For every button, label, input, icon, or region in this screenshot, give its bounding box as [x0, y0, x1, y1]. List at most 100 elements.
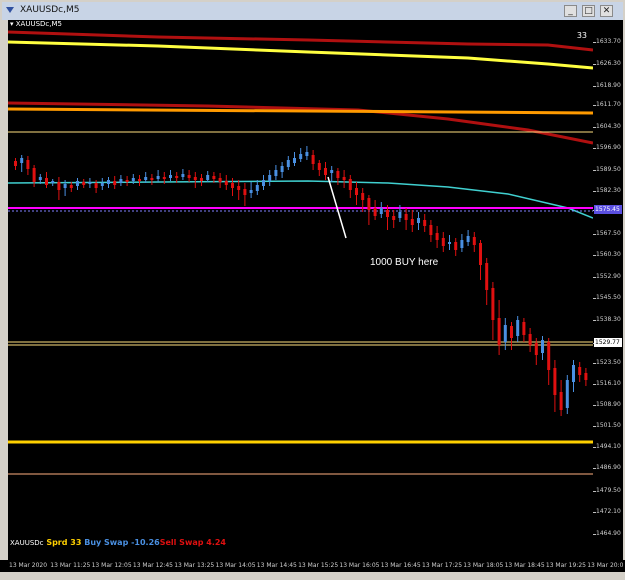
candle-bear	[386, 210, 389, 217]
candle-bear	[82, 182, 86, 185]
candle-bear	[367, 198, 371, 210]
candle-bear	[373, 208, 377, 216]
price-label: 1626.30	[596, 60, 621, 67]
candle-bear	[454, 242, 458, 250]
candle-bull	[274, 170, 278, 176]
candle-bull	[448, 242, 451, 244]
buy-swap-label: Buy Swap	[84, 538, 129, 547]
chart-canvas	[8, 30, 593, 475]
candle-bear	[237, 186, 241, 190]
time-label: 13 Mar 11:25	[50, 562, 91, 569]
time-label: 13 Mar 19:25	[545, 562, 586, 569]
candle-bear	[187, 175, 191, 178]
candle-bull	[38, 177, 42, 180]
candle-bear	[150, 178, 154, 180]
sell-swap-label: Sell Swap	[159, 538, 204, 547]
level-price-tag: 1529.77	[594, 338, 622, 347]
candle-bull	[156, 176, 160, 179]
candle-bear	[485, 263, 489, 290]
candle-bear	[547, 342, 551, 370]
candle-bull	[460, 240, 464, 248]
candle-bull	[76, 181, 79, 186]
current-price-tag: 1575.45	[594, 205, 622, 214]
candle-bear	[510, 326, 513, 338]
symbol-info-bar: XAUUSDc Sprd 33 Buy Swap -10.26Sell Swap…	[10, 538, 226, 547]
candle-bear	[497, 318, 501, 345]
price-label: 1516.10	[596, 380, 621, 387]
candle-bull	[330, 170, 334, 173]
candle-bull	[107, 180, 110, 184]
minimize-button[interactable]: _	[564, 5, 577, 17]
candle-bear	[392, 216, 396, 220]
candle-bear	[94, 183, 98, 188]
time-axis[interactable]: 13 Mar 2020 13 Mar 11:25 13 Mar 12:05 13 Ma…	[0, 560, 625, 572]
candle-bear	[14, 161, 17, 166]
window-title: XAUUSDc,M5	[20, 5, 80, 15]
candle-bull	[144, 177, 148, 180]
candle-bear	[404, 214, 408, 220]
candle-bear	[336, 171, 340, 178]
candle-bull	[262, 180, 265, 186]
price-label: 1464.90	[596, 530, 621, 537]
candle-bear	[528, 334, 532, 345]
buy-swap-value: -10.26	[131, 538, 160, 547]
price-chart[interactable]: ▾ XAUUSDc,M5 33 1000 BUY here XAUUSDc Sp…	[8, 20, 593, 570]
annotation-text: 1000 BUY here	[370, 257, 439, 268]
candle-bear	[342, 177, 346, 180]
close-button[interactable]: ✕	[600, 5, 613, 17]
candle-bear	[69, 185, 73, 188]
price-label: 1479.50	[596, 487, 621, 494]
candle-bear	[479, 243, 482, 265]
ma-line-darkred-top	[8, 30, 593, 52]
chart-symbol-label: ▾ XAUUSDc,M5	[10, 20, 62, 28]
window-titlebar[interactable]: XAUUSDc,M5 _ □ ✕	[2, 2, 623, 20]
price-label: 1560.30	[596, 251, 621, 258]
candle-bear	[32, 168, 36, 182]
candle-bear	[224, 181, 228, 185]
price-label: 1501.50	[596, 422, 621, 429]
candle-bear	[212, 176, 216, 179]
price-label: 1552.90	[596, 273, 621, 280]
candle-bull	[20, 158, 24, 163]
candle-bull	[63, 184, 67, 188]
candle-bull	[119, 179, 123, 183]
price-label: 1633.70	[596, 38, 621, 45]
candle-bear	[361, 193, 365, 200]
time-label: 13 Mar 16:05	[339, 562, 380, 569]
price-label: 1596.90	[596, 144, 621, 151]
price-label: 1494.10	[596, 443, 621, 450]
candle-bear	[113, 181, 117, 185]
candle-bull	[181, 174, 185, 177]
candle-bear	[162, 177, 166, 179]
time-label: 13 Mar 14:45	[256, 562, 297, 569]
candle-bull	[286, 160, 290, 167]
candle-bear	[410, 219, 414, 225]
candle-bear	[578, 367, 582, 375]
bar-counter: 33	[576, 31, 587, 40]
candle-bear	[243, 189, 247, 195]
candle-bull	[293, 158, 296, 163]
time-label: 13 Mar 16:45	[380, 562, 421, 569]
candle-bull	[206, 175, 210, 180]
candle-bull	[268, 175, 272, 181]
candle-bull	[249, 190, 253, 193]
candle-bear	[200, 178, 203, 181]
price-label: 1538.30	[596, 316, 621, 323]
time-label: 13 Mar 2020	[9, 562, 48, 569]
price-label: 1567.50	[596, 230, 621, 237]
candle-bull	[516, 320, 520, 336]
candle-bear	[491, 288, 495, 320]
time-label: 13 Mar 13:25	[174, 562, 215, 569]
candle-bull	[503, 325, 507, 342]
candle-bear	[348, 179, 352, 190]
spread-label: Sprd	[46, 538, 68, 547]
time-label: 13 Mar 17:25	[422, 562, 463, 569]
time-label: 13 Mar 20:0	[587, 562, 624, 569]
candle-bear	[559, 392, 563, 410]
candle-bear	[534, 343, 538, 355]
candle-bull	[305, 152, 309, 156]
price-axis[interactable]: 1633.70 1626.30 1618.90 1611.70 1604.30 1596.…	[593, 20, 623, 570]
candle-bear	[584, 373, 588, 380]
maximize-button[interactable]: □	[582, 5, 595, 17]
candle-bull	[379, 208, 383, 214]
